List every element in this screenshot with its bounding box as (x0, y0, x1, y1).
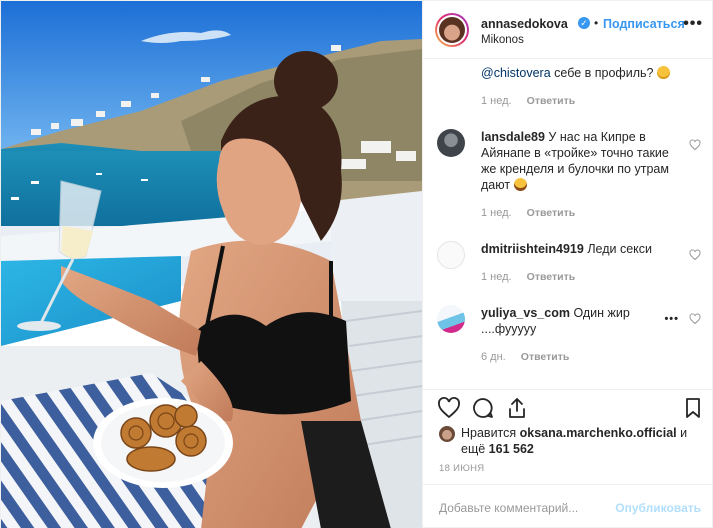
post-image (1, 1, 422, 528)
post-side-panel: annasedokova ✓ • Подписаться Mikonos •••… (422, 1, 713, 528)
comment-time: 1 нед. (481, 271, 512, 283)
comment-meta: 1 нед. Ответить (481, 207, 575, 219)
comment-text: @chistovera себе в профиль? (481, 65, 686, 81)
comment-username[interactable]: dmitriishtein4919 (481, 242, 584, 256)
grinning-face-icon (513, 178, 527, 191)
reply-button[interactable]: Ответить (521, 351, 570, 363)
instagram-post: annasedokova ✓ • Подписаться Mikonos •••… (0, 0, 713, 528)
comment-username[interactable]: yuliya_vs_com (481, 306, 570, 320)
like-comment-heart-icon[interactable] (689, 249, 701, 261)
comment-meta: 1 нед. Ответить (481, 95, 575, 107)
likes-text: Нравится oksana.marchenko.official и ещё… (461, 426, 688, 456)
reply-button[interactable]: Ответить (527, 95, 576, 107)
reply-button[interactable]: Ответить (527, 207, 576, 219)
likes-count[interactable]: 161 562 (489, 442, 534, 456)
comment-time: 1 нед. (481, 95, 512, 107)
verified-badge-icon: ✓ (578, 17, 590, 29)
publish-button[interactable]: Опубликовать (615, 501, 701, 515)
liker-username[interactable]: oksana.marchenko.official (520, 426, 677, 440)
bookmark-icon[interactable] (681, 396, 705, 420)
more-options-icon[interactable]: ••• (683, 15, 703, 33)
comment-input[interactable]: Добавьте комментарий... (439, 501, 578, 515)
comment-bubble-icon[interactable] (471, 396, 495, 420)
comment-mention[interactable]: @chistovera (481, 66, 551, 80)
comment-meta: 6 дн. Ответить (481, 351, 569, 363)
reply-button[interactable]: Ответить (527, 271, 576, 283)
author-avatar[interactable] (435, 13, 469, 47)
like-comment-heart-icon[interactable] (689, 139, 701, 151)
comment-text: yuliya_vs_com Один жир ....фууууу (481, 306, 630, 336)
comment-time: 6 дн. (481, 351, 506, 363)
like-comment-heart-icon[interactable] (689, 313, 701, 325)
comment-time: 1 нед. (481, 207, 512, 219)
liker-avatar[interactable] (439, 426, 455, 442)
author-username[interactable]: annasedokova (481, 17, 568, 31)
comment-username[interactable]: lansdale89 (481, 130, 545, 144)
post-photo[interactable] (1, 1, 422, 528)
comments-list[interactable]: @chistovera себе в профиль? 1 нед. Ответ… (423, 59, 713, 389)
share-icon[interactable] (505, 396, 529, 420)
like-heart-icon[interactable] (437, 396, 461, 420)
post-header: annasedokova ✓ • Подписаться Mikonos ••• (423, 1, 713, 59)
comment-avatar[interactable] (437, 305, 465, 333)
separator-dot: • (594, 16, 599, 30)
comment-avatar[interactable] (437, 129, 465, 157)
comment-meta: 1 нед. Ответить (481, 271, 575, 283)
action-bar (423, 389, 713, 423)
follow-button[interactable]: Подписаться (603, 17, 685, 31)
comment-text: dmitriishtein4919 Леди секси (481, 242, 652, 256)
post-date: 18 ИЮНЯ (439, 463, 485, 474)
comment-options-icon[interactable]: ••• (664, 313, 679, 325)
comment-composer: Добавьте комментарий... Опубликовать (423, 484, 713, 528)
comment-avatar[interactable] (437, 241, 465, 269)
thinking-face-icon (656, 66, 670, 79)
location-link[interactable]: Mikonos (481, 34, 524, 46)
comment-text: lansdale89 У нас на Кипре в Айянапе в «т… (481, 130, 669, 192)
